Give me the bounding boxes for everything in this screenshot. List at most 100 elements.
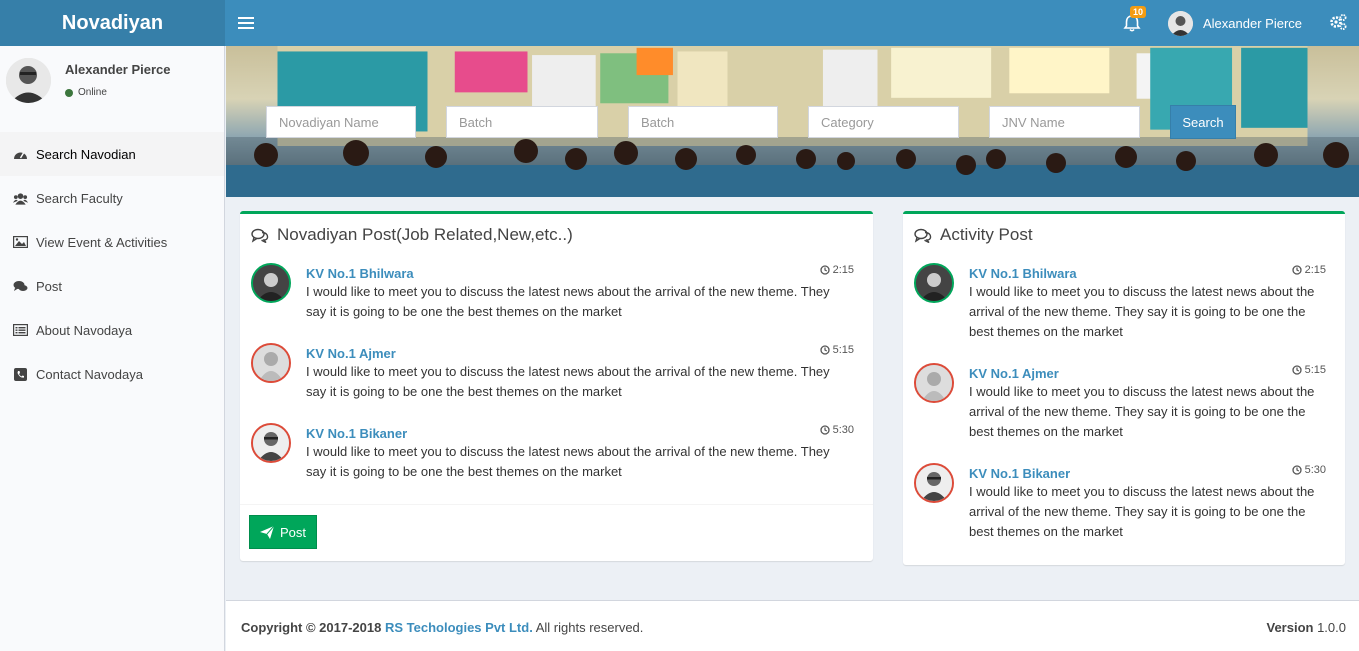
batch-input-2[interactable] [628,106,778,138]
message-line: arrival of the new theme. They say it is… [969,504,1306,519]
novadiyan-name-input[interactable] [266,106,416,138]
sidebar-item-label: Search Navodian [36,146,136,162]
box-title: Activity Post [940,225,1033,244]
top-navbar: Novadiyan 10 Alexander Pierce [0,0,1359,46]
time-label: 5:15 [1304,364,1326,376]
jnv-name-input[interactable] [989,106,1140,138]
post-time: 2:15 [819,264,854,276]
footer: Copyright © 2017-2018 RS Techologies Pvt… [226,600,1359,651]
activity-author-link[interactable]: KV No.1 Bikaner [969,466,1070,481]
message-line: I would like to meet you to discuss the … [969,384,1315,399]
post-time: 5:15 [819,344,854,356]
search-button[interactable]: Search [1170,105,1236,139]
activity-author-link[interactable]: KV No.1 Ajmer [969,366,1059,381]
avatar [914,463,954,503]
company-link[interactable]: RS Techologies Pvt Ltd. [385,620,533,635]
clock-icon [819,345,830,355]
box-header: Activity Post [914,225,1033,245]
time-label: 2:15 [832,264,854,276]
activity-message: I would like to meet you to discuss the … [969,382,1314,442]
message-line: I would like to meet you to discuss the … [306,444,830,459]
message-line: I would like to meet you to discuss the … [969,484,1315,499]
message-line: I would like to meet you to discuss the … [969,284,1315,299]
gears-icon[interactable] [1329,13,1347,31]
category-input[interactable] [808,106,959,138]
post-message: I would like to meet you to discuss the … [306,442,830,482]
post-button-label: Post [279,524,306,540]
logo[interactable]: Novadiyan [0,0,225,46]
sidebar-item-label: Contact Navodaya [36,366,143,382]
batch-input-1[interactable] [446,106,598,138]
user-name: Alexander Pierce [1203,15,1302,31]
paper-plane-icon [259,525,274,539]
status-label: Online [78,87,107,98]
users-icon [13,191,28,205]
sidebar-item-label: View Event & Activities [36,234,168,250]
novadiyan-post-box: Novadiyan Post(Job Related,New,etc..) KV… [240,211,873,561]
notification-count-badge: 10 [1130,6,1147,18]
sidebar: Alexander Pierce Online Search Navodian … [0,46,225,651]
activity-post-box: Activity Post KV No.1 Bhilwara 2:15 I wo… [903,211,1345,565]
sidebar-item-label: Post [36,278,63,294]
message-line: I would like to meet you to discuss the … [306,284,830,299]
activity-time: 5:15 [1291,364,1326,376]
online-dot-icon [65,88,73,97]
message-line: say it is going to be one the best theme… [306,384,622,399]
sidebar-toggle-icon[interactable] [238,14,254,32]
time-label: 2:15 [1304,264,1326,276]
user-menu[interactable]: Alexander Pierce [1168,10,1302,36]
activity-author-link[interactable]: KV No.1 Bhilwara [969,266,1077,281]
dashboard-icon [13,147,28,161]
activity-time: 5:30 [1291,464,1326,476]
clock-icon [819,425,830,435]
divider [240,504,873,505]
activity-message: I would like to meet you to discuss the … [969,282,1314,342]
version-label: Version [1266,620,1314,635]
user-panel: Alexander Pierce Online [0,46,224,132]
time-label: 5:15 [832,344,854,356]
sidebar-item-search-faculty[interactable]: Search Faculty [0,176,224,220]
copyright-prefix: Copyright © 2017-2018 [241,620,382,635]
avatar [251,343,291,383]
clock-icon [1291,365,1302,375]
avatar [1168,10,1193,36]
avatar [251,263,291,303]
rights-text: All rights reserved. [535,620,644,635]
classroom-banner: Search [226,46,1359,197]
post-time: 5:30 [819,424,854,436]
message-line: I would like to meet you to discuss the … [306,364,830,379]
sidebar-item-label: About Navodaya [36,322,133,338]
message-line: best themes on the market [969,424,1123,439]
message-line: best themes on the market [969,324,1123,339]
students-image [226,137,1359,197]
message-line: say it is going to be one the best theme… [306,464,622,479]
list-icon [13,323,28,337]
avatar [6,58,51,103]
post-author-link[interactable]: KV No.1 Bhilwara [306,266,414,281]
time-label: 5:30 [832,424,854,436]
post-author-link[interactable]: KV No.1 Bikaner [306,426,407,441]
post-author-link[interactable]: KV No.1 Ajmer [306,346,396,361]
comments-icon [13,279,28,293]
image-icon [13,235,28,249]
post-message: I would like to meet you to discuss the … [306,362,830,402]
comments-icon [914,228,932,243]
avatar [914,363,954,403]
version-number: 1.0.0 [1317,620,1346,635]
avatar [251,423,291,463]
sidebar-item-about[interactable]: About Navodaya [0,308,224,352]
post-button[interactable]: Post [249,515,317,549]
activity-time: 2:15 [1291,264,1326,276]
version-info: Version 1.0.0 [1266,620,1346,635]
sidebar-item-contact[interactable]: Contact Navodaya [0,352,224,396]
clock-icon [819,265,830,275]
sidebar-item-events[interactable]: View Event & Activities [0,220,224,264]
box-header: Novadiyan Post(Job Related,New,etc..) [251,225,573,245]
box-title: Novadiyan Post(Job Related,New,etc..) [277,225,573,244]
sidebar-item-post[interactable]: Post [0,264,224,308]
copyright: Copyright © 2017-2018 RS Techologies Pvt… [241,620,643,635]
sidebar-item-search-navodian[interactable]: Search Navodian [0,132,224,176]
avatar [914,263,954,303]
phone-icon [13,367,28,381]
sidebar-user-name: Alexander Pierce [65,62,171,77]
